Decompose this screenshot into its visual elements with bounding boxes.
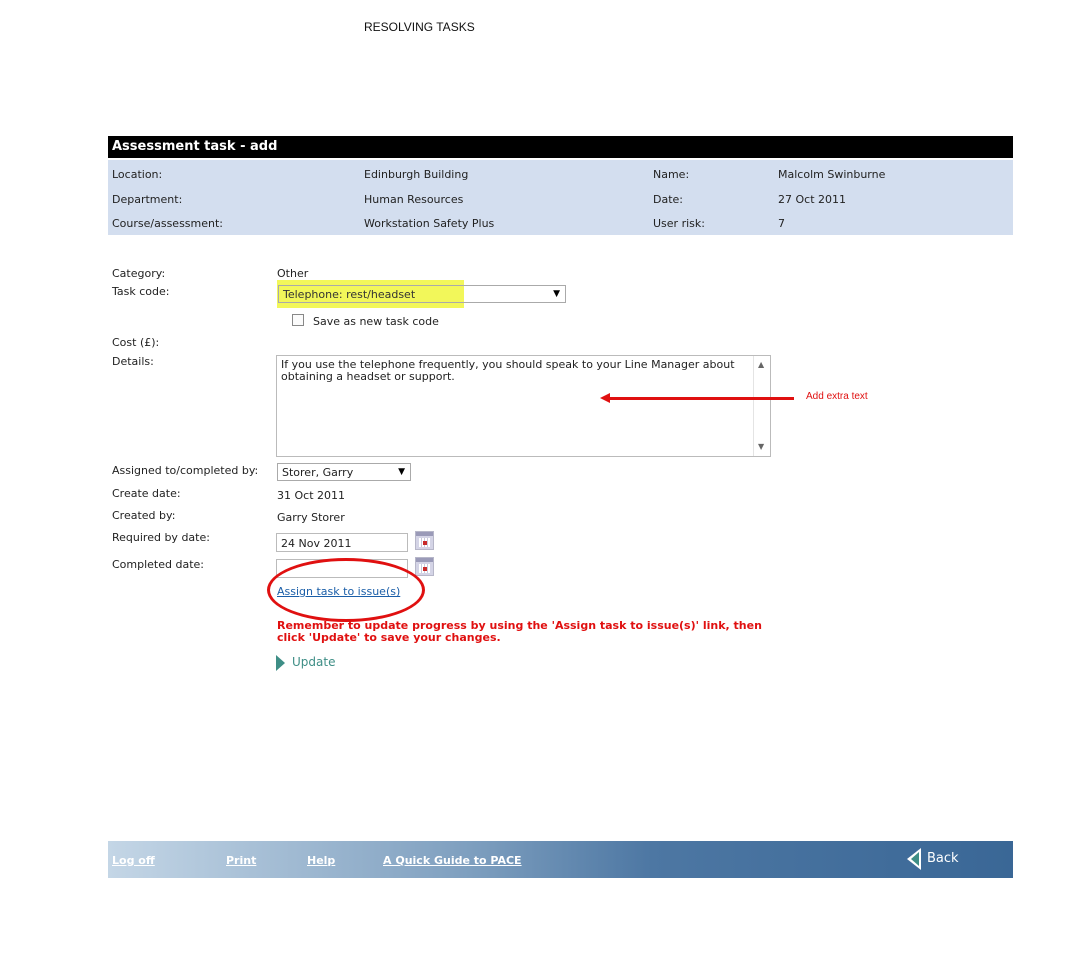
assigned-label: Assigned to/completed by: <box>112 464 259 477</box>
department-label: Department: <box>112 193 183 206</box>
play-icon <box>276 655 285 671</box>
date-value: 27 Oct 2011 <box>778 193 847 206</box>
date-label: Date: <box>653 193 683 206</box>
category-label: Category: <box>112 267 166 280</box>
name-label: Name: <box>653 168 690 181</box>
course-label: Course/assessment: <box>112 217 224 230</box>
name-value: Malcolm Swinburne <box>778 168 886 181</box>
task-code-select[interactable]: Telephone: rest/headset ▼ <box>278 285 566 303</box>
task-code-value: Telephone: rest/headset <box>283 288 416 301</box>
annotation-text: Add extra text <box>806 391 868 402</box>
info-panel: Location: Edinburgh Building Name: Malco… <box>108 160 1013 235</box>
chevron-down-icon: ▼ <box>398 467 405 477</box>
calendar-icon[interactable] <box>415 557 434 576</box>
annotation-arrow <box>608 397 794 400</box>
calendar-icon[interactable] <box>415 531 434 550</box>
department-value: Human Resources <box>364 193 464 206</box>
info-row-location: Location: Edinburgh Building Name: Malco… <box>108 168 1013 188</box>
help-link[interactable]: Help <box>307 854 335 867</box>
create-date-value: 31 Oct 2011 <box>277 489 346 502</box>
save-new-code-label: Save as new task code <box>313 315 439 328</box>
chevron-down-icon: ▼ <box>553 289 560 299</box>
print-link[interactable]: Print <box>226 854 256 867</box>
footer-bar: Log off Print Help A Quick Guide to PACE… <box>108 841 1013 878</box>
details-scrollbar[interactable]: ▲ ▼ <box>753 356 770 456</box>
create-date-label: Create date: <box>112 487 181 500</box>
required-by-label: Required by date: <box>112 531 210 544</box>
location-value: Edinburgh Building <box>364 168 469 181</box>
required-by-input[interactable]: 24 Nov 2011 <box>276 533 408 552</box>
user-risk-label: User risk: <box>653 217 705 230</box>
scroll-up-icon[interactable]: ▲ <box>758 359 764 371</box>
quick-guide-link[interactable]: A Quick Guide to PACE <box>383 854 522 867</box>
details-label: Details: <box>112 355 154 368</box>
update-label: Update <box>292 655 336 669</box>
highlight-ellipse <box>267 558 425 622</box>
info-row-department: Department: Human Resources Date: 27 Oct… <box>108 193 1013 213</box>
scroll-down-icon[interactable]: ▼ <box>758 441 764 453</box>
cost-label: Cost (£): <box>112 336 160 349</box>
save-new-code-checkbox[interactable] <box>292 314 304 326</box>
created-by-label: Created by: <box>112 509 176 522</box>
created-by-value: Garry Storer <box>277 511 345 524</box>
info-row-course: Course/assessment: Workstation Safety Pl… <box>108 217 1013 237</box>
warning-text: Remember to update progress by using the… <box>277 619 762 644</box>
required-by-value: 24 Nov 2011 <box>281 537 352 550</box>
assigned-value: Storer, Garry <box>282 466 354 479</box>
log-off-link[interactable]: Log off <box>112 854 155 867</box>
form-title: Assessment task - add <box>108 136 1013 158</box>
completed-date-label: Completed date: <box>112 558 205 571</box>
user-risk-value: 7 <box>778 217 785 230</box>
details-textarea[interactable]: If you use the telephone frequently, you… <box>276 355 771 457</box>
assigned-select[interactable]: Storer, Garry ▼ <box>277 463 411 481</box>
task-code-label: Task code: <box>112 285 170 298</box>
details-text: If you use the telephone frequently, you… <box>281 358 735 383</box>
location-label: Location: <box>112 168 163 181</box>
back-label: Back <box>927 851 959 866</box>
document-title: RESOLVING TASKS <box>364 20 475 34</box>
course-value: Workstation Safety Plus <box>364 217 495 230</box>
category-value: Other <box>277 267 309 280</box>
